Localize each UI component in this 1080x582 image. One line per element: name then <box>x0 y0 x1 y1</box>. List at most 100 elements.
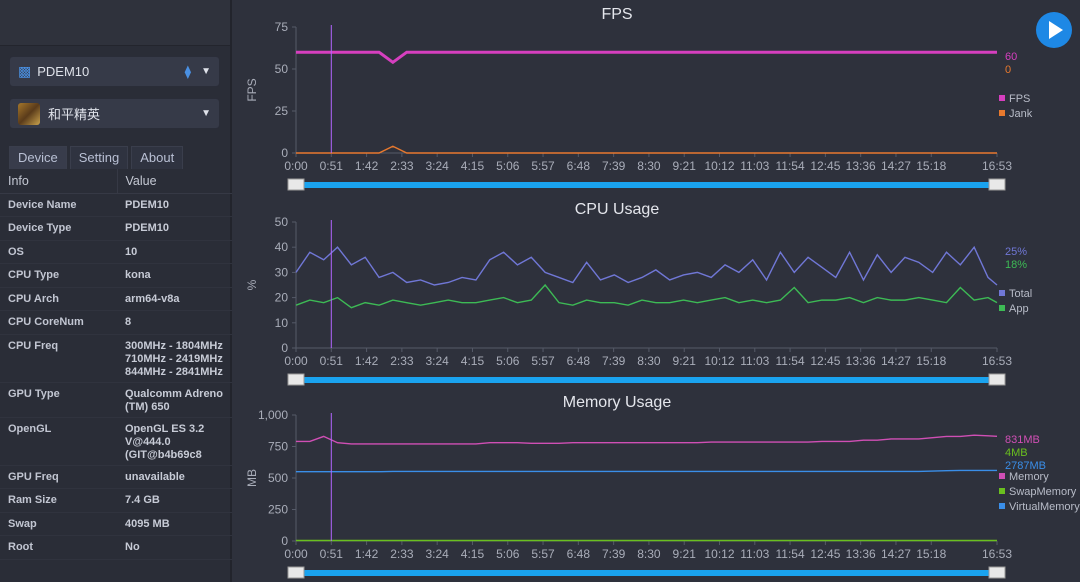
x-tick-label: 11:54 <box>776 547 805 561</box>
app-select-label: 和平精英 <box>48 107 101 122</box>
x-tick-label: 12:45 <box>810 547 840 561</box>
y-tick-label: 0 <box>281 146 288 160</box>
info-label: Device Name <box>0 193 117 217</box>
chevron-down-icon[interactable]: ▼ <box>201 108 211 119</box>
x-tick-label: 1:42 <box>355 159 379 173</box>
android-icon: ▩ <box>18 63 32 79</box>
series-line-FPS <box>296 50 997 65</box>
x-tick-label: 10:12 <box>704 547 734 561</box>
chevron-down-icon[interactable]: ▼ <box>201 66 211 77</box>
x-tick-label: 4:15 <box>461 547 485 561</box>
x-tick-label: 0:51 <box>320 159 344 173</box>
table-row: Device Type PDEM10 <box>0 216 232 241</box>
game-app-icon <box>18 102 40 125</box>
range-slider-handle-right[interactable] <box>988 178 1006 191</box>
legend-swatch <box>999 305 1005 311</box>
x-tick-label: 0:51 <box>320 547 344 561</box>
x-tick-label: 5:06 <box>496 547 520 561</box>
info-label: Ram Size <box>0 488 117 513</box>
current-value-label: 831MB <box>1005 434 1040 446</box>
x-tick-label: 0:51 <box>320 354 344 368</box>
legend-label[interactable]: VirtualMemory <box>1009 501 1080 513</box>
legend-swatch <box>999 290 1005 296</box>
x-tick-label: 8:30 <box>637 354 661 368</box>
x-tick-label: 13:36 <box>846 354 876 368</box>
x-tick-label: 6:48 <box>567 547 591 561</box>
x-tick-label: 8:30 <box>637 547 661 561</box>
x-tick-label: 1:42 <box>355 354 379 368</box>
chart-2: Memory Usage 0 250 500 750 1,000 MB 0:00 0:51 1:4… <box>234 388 1080 582</box>
info-label: GPU Type <box>0 382 117 418</box>
current-value-label: 0 <box>1005 64 1011 76</box>
y-tick-label: 10 <box>275 316 289 330</box>
range-slider-handle-left[interactable] <box>287 566 305 579</box>
x-tick-label: 5:06 <box>496 159 520 173</box>
info-value: kona <box>117 263 232 288</box>
x-tick-label: 0:00 <box>284 547 308 561</box>
y-tick-label: 40 <box>275 240 289 254</box>
legend-label[interactable]: App <box>1009 303 1029 315</box>
y-tick-label: 50 <box>275 62 289 76</box>
range-slider-track[interactable] <box>302 182 997 188</box>
info-value: 4095 MB <box>117 512 232 536</box>
x-tick-label: 10:12 <box>704 354 734 368</box>
x-tick-label: 2:33 <box>390 354 414 368</box>
range-slider-handle-left[interactable] <box>287 178 305 191</box>
range-slider-handle-right[interactable] <box>988 373 1006 386</box>
range-slider-handle-right[interactable] <box>988 566 1006 579</box>
legend-label[interactable]: SwapMemory <box>1009 486 1077 498</box>
legend-label[interactable]: Jank <box>1009 108 1033 120</box>
app-select[interactable]: 和平精英 ▼ <box>9 98 220 129</box>
x-tick-label: 13:36 <box>846 159 876 173</box>
y-tick-label: 50 <box>275 215 289 229</box>
x-tick-label: 3:24 <box>425 547 449 561</box>
table-row: OS 10 <box>0 240 232 264</box>
play-button[interactable] <box>1036 12 1072 48</box>
x-tick-label: 9:21 <box>673 159 697 173</box>
device-select[interactable]: ▩ PDEM10 ⧫ ▼ <box>9 56 220 87</box>
x-tick-label: 11:03 <box>740 159 769 173</box>
x-tick-label: 9:21 <box>673 354 697 368</box>
x-tick-label: 0:00 <box>284 159 308 173</box>
x-tick-label: 2:33 <box>390 159 414 173</box>
x-tick-label: 6:48 <box>567 159 591 173</box>
current-value-label: 18% <box>1005 259 1027 271</box>
x-tick-label: 14:27 <box>881 547 911 561</box>
tab-about[interactable]: About <box>131 146 184 169</box>
y-tick-label: 1,000 <box>258 408 288 422</box>
info-value: unavailable <box>117 465 232 489</box>
info-value: arm64-v8a <box>117 287 232 311</box>
x-tick-label: 6:48 <box>567 354 591 368</box>
x-tick-label: 16:53 <box>982 159 1012 173</box>
y-tick-label: 0 <box>281 534 288 548</box>
current-value-label: 25% <box>1005 246 1027 258</box>
table-row: CPU Arch arm64-v8a <box>0 287 232 311</box>
legend-label[interactable]: Memory <box>1009 471 1049 483</box>
tab-setting[interactable]: Setting <box>69 146 129 169</box>
legend-label[interactable]: FPS <box>1009 93 1030 105</box>
info-label: CPU Type <box>0 263 117 288</box>
range-slider-handle-left[interactable] <box>287 373 305 386</box>
x-tick-label: 9:21 <box>673 547 697 561</box>
table-row: Swap 4095 MB <box>0 512 232 536</box>
series-line-Total <box>295 245 998 286</box>
x-tick-label: 10:12 <box>704 159 734 173</box>
x-tick-label: 16:53 <box>982 547 1012 561</box>
x-tick-label: 11:03 <box>740 354 769 368</box>
x-tick-label: 14:27 <box>881 159 911 173</box>
y-tick-label: 500 <box>268 471 288 485</box>
current-value-label: 2787MB <box>1005 460 1046 472</box>
usb-cable-icon[interactable]: ⧫ <box>185 64 191 80</box>
range-slider-track[interactable] <box>302 377 997 383</box>
x-tick-label: 11:03 <box>740 547 769 561</box>
x-tick-label: 4:15 <box>461 354 485 368</box>
legend-label[interactable]: Total <box>1009 288 1032 300</box>
legend-swatch <box>999 110 1005 116</box>
range-slider-track[interactable] <box>302 570 997 576</box>
device-info-table: Info Value Device Name PDEM10 Device Type PD… <box>0 169 232 560</box>
x-tick-label: 15:18 <box>916 547 946 561</box>
chart-1: CPU Usage 0 10 20 30 40 50% 0:00 0:51 1:42 2:33 3:2… <box>234 195 1080 389</box>
y-tick-label: 0 <box>281 341 288 355</box>
tab-device[interactable]: Device <box>9 146 67 169</box>
info-value: PDEM10 <box>117 216 232 241</box>
